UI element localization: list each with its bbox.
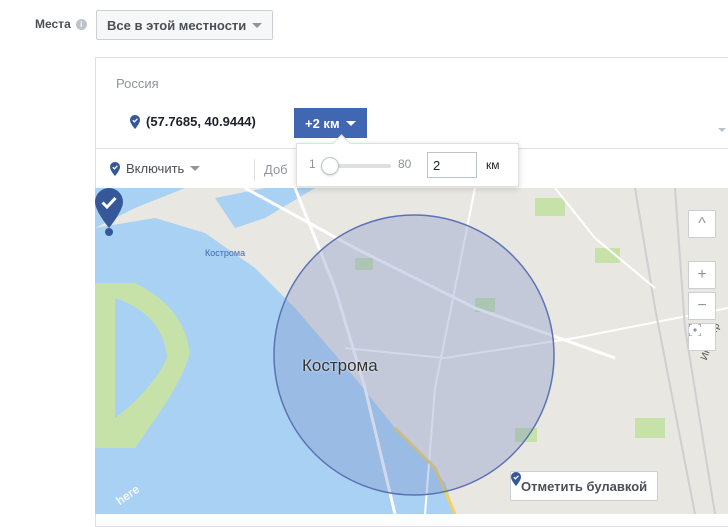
chevron-down-icon (190, 166, 201, 171)
scope-dropdown-value: Все в этой местности (107, 17, 247, 33)
plus-icon: + (697, 266, 707, 283)
chevron-down-icon (345, 120, 356, 126)
places-label: Места i (35, 17, 87, 31)
places-label-text: Места (35, 17, 71, 31)
map-pin-icon (511, 472, 521, 486)
chevron-down-icon (252, 22, 263, 28)
map-city-label: Кострома (302, 356, 378, 375)
scroll-down-icon[interactable] (718, 128, 726, 132)
info-icon[interactable]: i (75, 18, 87, 30)
drop-pin-label: Отметить булавкой (521, 478, 648, 494)
zoom-out-button[interactable]: − (688, 292, 716, 320)
map[interactable]: Кострома Кострома Индустр here ^ + − Отм… (95, 188, 728, 514)
radius-unit: км (486, 158, 500, 172)
scope-dropdown[interactable]: Все в этой местности (96, 10, 274, 40)
location-coords: (57.7685, 40.9444) (146, 114, 256, 129)
include-label: Включить (126, 161, 185, 176)
toolbar-divider (254, 159, 255, 181)
map-collapse-button[interactable]: ^ (688, 210, 716, 238)
radius-input[interactable] (427, 152, 477, 178)
minus-icon: − (697, 297, 707, 314)
radius-popup: 1 80 км (296, 134, 519, 187)
map-pin-icon (130, 114, 140, 129)
selected-location[interactable]: (57.7685, 40.9444) (130, 114, 256, 129)
radius-max: 80 (398, 157, 412, 171)
map-city-label-small: Кострома (205, 248, 246, 258)
map-pin-icon (110, 161, 120, 176)
zoom-in-button[interactable]: + (688, 261, 716, 289)
recenter-icon (689, 324, 701, 336)
radius-slider-handle[interactable] (321, 157, 339, 175)
drop-pin-button[interactable]: Отметить булавкой (510, 471, 659, 501)
country-label: Россия (116, 76, 159, 91)
radius-button[interactable]: +2 км (294, 108, 367, 138)
recenter-button[interactable] (688, 323, 716, 351)
radius-min: 1 (309, 157, 316, 171)
chevron-up-icon: ^ (698, 215, 706, 232)
location-pin-icon[interactable] (95, 188, 123, 238)
add-location-input[interactable]: Доб (264, 162, 288, 177)
map-canvas (95, 188, 728, 514)
include-dropdown[interactable]: Включить (110, 161, 201, 176)
radius-button-label: +2 км (305, 115, 340, 131)
